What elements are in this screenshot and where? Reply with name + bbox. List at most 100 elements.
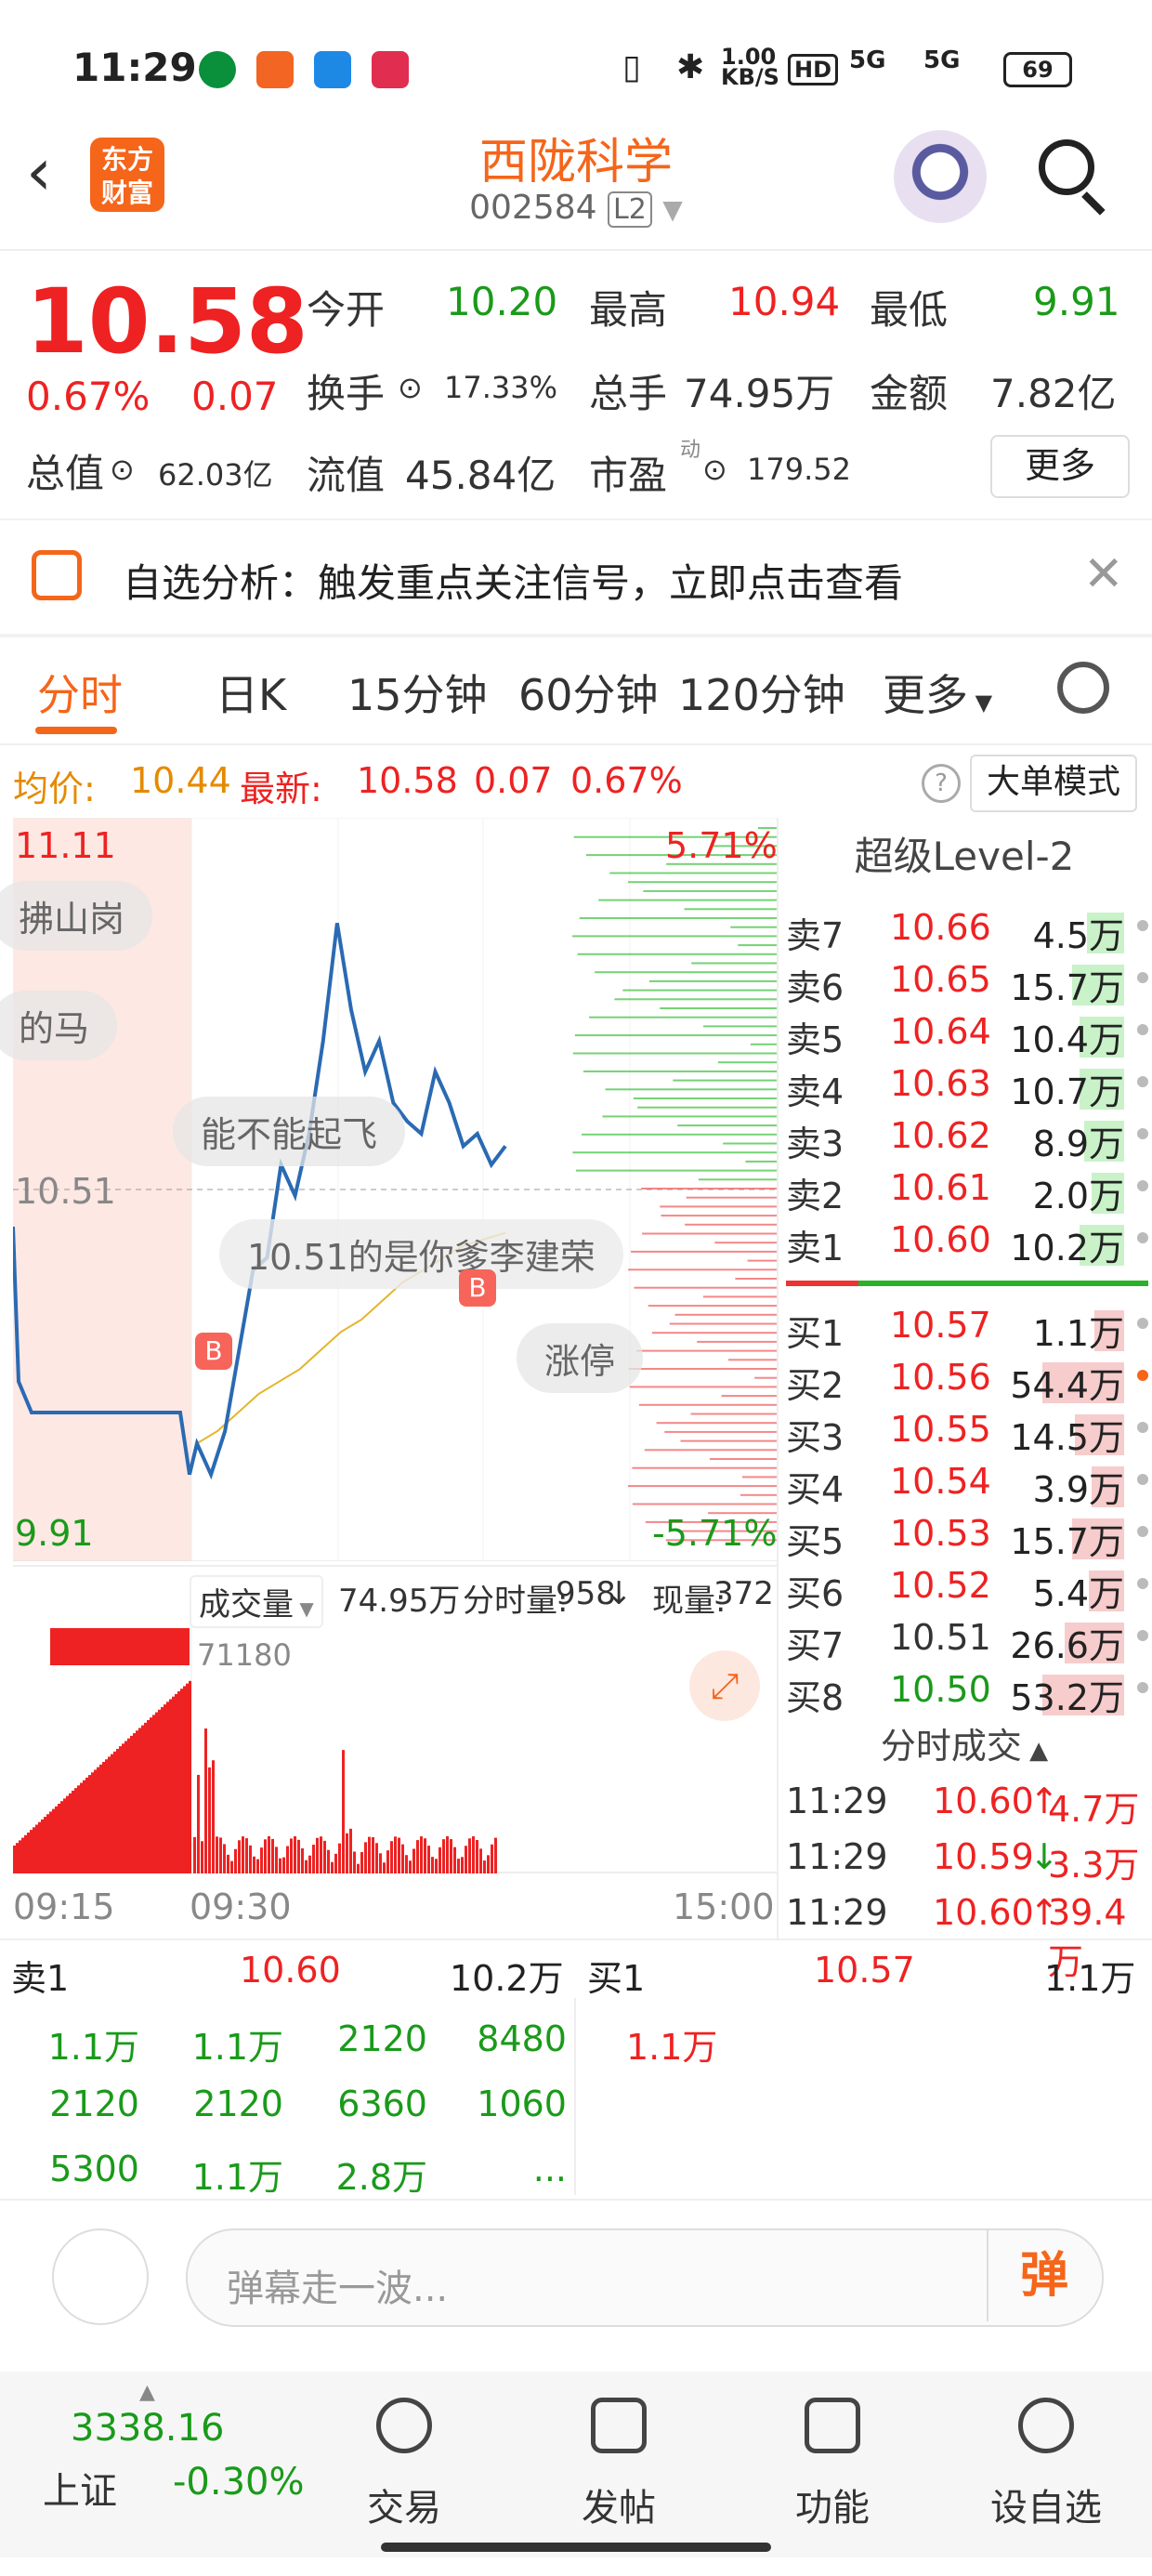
- ask-row[interactable]: 卖6 10.65 15.7万: [786, 959, 1148, 1011]
- volume-bar: [487, 1855, 490, 1873]
- depth-bar: [670, 1323, 777, 1325]
- nav-item-functions[interactable]: 功能: [740, 2477, 925, 2531]
- ask-row[interactable]: 卖5 10.64 10.4万: [786, 1011, 1148, 1063]
- tab-120min[interactable]: 120分钟: [678, 662, 845, 723]
- big-order-mode-button[interactable]: 大单模式: [970, 755, 1137, 812]
- tab-more[interactable]: 更多 ▼: [883, 662, 992, 723]
- volume-bar: [85, 1778, 88, 1873]
- tab-60min[interactable]: 60分钟: [518, 662, 659, 723]
- info-icon[interactable]: ⊙: [110, 452, 135, 487]
- more-button[interactable]: 更多: [990, 435, 1130, 498]
- volume-value: 74.95万: [684, 362, 834, 419]
- index-name[interactable]: 上证: [43, 2461, 117, 2515]
- expand-icon[interactable]: ⤢: [689, 1650, 760, 1721]
- trade-price: 10.60: [933, 1781, 1034, 1821]
- search-icon[interactable]: [1039, 139, 1094, 195]
- volume-bar: [212, 1760, 215, 1873]
- functions-icon[interactable]: [805, 2398, 860, 2453]
- level-name: 卖7: [786, 907, 844, 958]
- bid-row[interactable]: 买3 10.55 14.5万: [786, 1409, 1148, 1461]
- depth-bar: [583, 1071, 777, 1072]
- close-icon[interactable]: ✕: [1083, 546, 1124, 602]
- volume-bar: [169, 1700, 172, 1874]
- danmaku-item: 的马: [0, 991, 117, 1060]
- danmaku-send-button[interactable]: 弹: [987, 2230, 1100, 2321]
- depth-bar: [637, 1107, 777, 1109]
- network-speed: 1.00 KB/S: [721, 46, 777, 87]
- volume-chart[interactable]: [13, 1628, 777, 1873]
- tab-daily-k[interactable]: 日K: [216, 662, 286, 723]
- trade-time: 11:29: [786, 1781, 888, 1821]
- bottom-sell-price: 10.60: [240, 1950, 341, 1991]
- depth-bar: [649, 980, 777, 982]
- signal-5g-2: 5G: [923, 46, 960, 74]
- bid-row[interactable]: 买5 10.53 15.7万: [786, 1513, 1148, 1565]
- ref-price-label: 10.51: [15, 1171, 116, 1212]
- robot-assistant-icon[interactable]: [894, 130, 987, 223]
- danmaku-settings-icon[interactable]: [52, 2228, 149, 2325]
- help-icon[interactable]: ?: [922, 764, 961, 803]
- depth-bar: [645, 1449, 777, 1451]
- level-price: 10.61: [890, 1167, 991, 1208]
- level-name: 卖6: [786, 959, 844, 1010]
- bid-row[interactable]: 买2 10.56 54.4万: [786, 1357, 1148, 1409]
- input-divider: [0, 2199, 1152, 2201]
- info-icon[interactable]: ⊙: [702, 452, 727, 487]
- limit-up-chip[interactable]: 涨停: [517, 1323, 643, 1393]
- bid-row[interactable]: 买1 10.57 1.1万: [786, 1305, 1148, 1357]
- bid-row[interactable]: 买6 10.52 5.4万: [786, 1565, 1148, 1617]
- volume-bar: [183, 1686, 186, 1873]
- volume-bar: [108, 1756, 111, 1873]
- caret-up-icon: ▲: [139, 2381, 155, 2404]
- level-dot: [1137, 1128, 1148, 1139]
- volume-bar: [234, 1849, 237, 1873]
- level2-title[interactable]: 超级Level-2: [777, 825, 1152, 882]
- tab-timeshare[interactable]: 分时: [37, 662, 123, 723]
- nav-item-add-watchlist[interactable]: 设自选: [953, 2477, 1139, 2531]
- volume-bar: [431, 1857, 434, 1873]
- down-arrow-icon: ↓: [606, 1575, 633, 1612]
- bid-row[interactable]: 买4 10.54 3.9万: [786, 1461, 1148, 1513]
- pe-value: 179.52: [747, 452, 851, 487]
- gear-icon[interactable]: [1057, 662, 1109, 714]
- nav-item-trade[interactable]: 交易: [311, 2477, 497, 2531]
- ask-row[interactable]: 卖4 10.63 10.7万: [786, 1063, 1148, 1115]
- latest-value: 10.58: [357, 760, 458, 801]
- volume-type-select[interactable]: 成交量 ▼: [190, 1575, 323, 1628]
- level-price: 10.56: [890, 1357, 991, 1398]
- ask-row[interactable]: 卖7 10.66 4.5万: [786, 907, 1148, 959]
- axis-low-label: 9.91: [15, 1513, 94, 1554]
- index-change[interactable]: -0.30%: [173, 2461, 305, 2504]
- bid-row[interactable]: 买8 10.50 53.2万: [786, 1669, 1148, 1721]
- nav-item-post[interactable]: 发帖: [526, 2477, 712, 2531]
- volume-bar: [479, 1848, 482, 1873]
- bid-row[interactable]: 买7 10.51 26.6万: [786, 1617, 1148, 1669]
- home-indicator: [381, 2543, 771, 2552]
- index-value[interactable]: 3338.16: [71, 2407, 224, 2450]
- ask-row[interactable]: 卖2 10.61 2.0万: [786, 1167, 1148, 1219]
- ask-row[interactable]: 卖1 10.60 10.2万: [786, 1219, 1148, 1271]
- bottom-sell-name: 卖1: [11, 1950, 69, 2001]
- open-label: 今开: [307, 279, 385, 335]
- volume-bar: [55, 1807, 58, 1873]
- trades-title: 分时成交: [881, 1726, 1022, 1767]
- volume-bar: [35, 1825, 38, 1874]
- depth-bar: [673, 1080, 777, 1082]
- stock-code: 002584: [469, 189, 596, 227]
- tab-15min[interactable]: 15分钟: [347, 662, 488, 723]
- level-volume: 54.4万: [1010, 1357, 1124, 1408]
- volume-bar: [141, 1726, 144, 1873]
- low-label: 最低: [870, 279, 948, 335]
- volume-bar: [405, 1855, 408, 1873]
- depth-bar: [580, 917, 777, 919]
- info-icon[interactable]: ⊙: [398, 370, 423, 405]
- post-icon[interactable]: [591, 2398, 647, 2453]
- depth-bar: [652, 1332, 777, 1334]
- volume-bar: [364, 1842, 367, 1873]
- ask-row[interactable]: 卖3 10.62 8.9万: [786, 1115, 1148, 1167]
- depth-bar: [582, 1134, 777, 1136]
- level-dot: [1137, 1682, 1148, 1693]
- trades-title-row[interactable]: 分时成交 ▲: [777, 1717, 1152, 1768]
- trade-icon[interactable]: [376, 2398, 432, 2453]
- more-dots-icon[interactable]: [1018, 2398, 1074, 2453]
